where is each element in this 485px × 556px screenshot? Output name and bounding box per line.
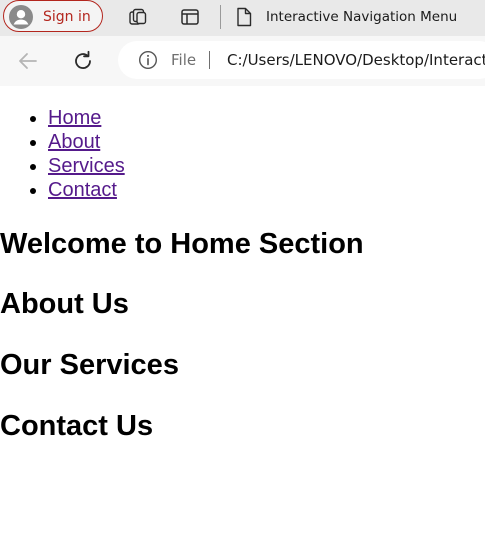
sign-in-button[interactable]: Sign in	[3, 0, 103, 32]
nav-link-about[interactable]: About	[48, 131, 100, 153]
nav-link-home[interactable]: Home	[48, 107, 101, 129]
nav-link-services[interactable]: Services	[48, 155, 125, 177]
sign-in-label: Sign in	[43, 9, 91, 25]
collections-icon[interactable]	[127, 6, 149, 28]
address-bar-row: File C:/Users/LENOVO/Desktop/Interactive…	[0, 36, 485, 86]
back-arrow-icon[interactable]	[16, 49, 40, 73]
page-file-icon	[237, 7, 252, 27]
tab-strip: Sign in Interactive Navigation Menu	[0, 0, 485, 36]
address-field[interactable]: File C:/Users/LENOVO/Desktop/Interactive…	[118, 41, 485, 79]
contact-section-heading: Contact Us	[0, 410, 154, 442]
address-url[interactable]: C:/Users/LENOVO/Desktop/Interactive%20Na…	[227, 51, 485, 69]
nav-item-home: Home	[48, 106, 125, 130]
file-scheme-label: File	[171, 51, 197, 69]
active-tab-title[interactable]: Interactive Navigation Menu	[266, 8, 457, 26]
user-avatar-icon	[9, 5, 33, 29]
services-section-heading: Our Services	[0, 349, 179, 381]
address-separator	[209, 51, 210, 69]
info-icon[interactable]	[138, 50, 158, 70]
nav-item-contact: Contact	[48, 178, 125, 202]
page-content: Home About Services Contact Welcome to H…	[0, 86, 485, 556]
about-section-heading: About Us	[0, 288, 129, 320]
tab-divider	[220, 5, 221, 29]
vertical-tabs-icon[interactable]	[179, 6, 201, 28]
navigation-menu: Home About Services Contact	[0, 106, 125, 202]
nav-link-contact[interactable]: Contact	[48, 179, 117, 201]
nav-item-services: Services	[48, 154, 125, 178]
nav-item-about: About	[48, 130, 125, 154]
home-section-heading: Welcome to Home Section	[0, 228, 364, 260]
refresh-icon[interactable]	[71, 49, 95, 73]
